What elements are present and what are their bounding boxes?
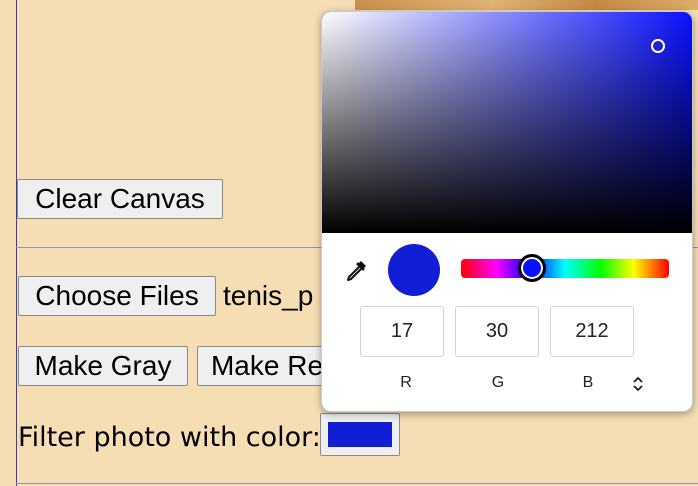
make-gray-button[interactable]: Make Gray [18, 346, 188, 386]
color-preview [388, 244, 440, 296]
photo-edge [355, 0, 698, 10]
green-value-field[interactable]: 30 [455, 306, 539, 357]
filter-color-input[interactable] [320, 413, 400, 456]
color-swatch [328, 422, 392, 447]
hue-slider-thumb[interactable] [518, 254, 546, 282]
green-label: G [491, 374, 505, 391]
left-border [16, 0, 17, 486]
saturation-value-area[interactable] [322, 12, 692, 233]
divider [16, 483, 698, 484]
choose-files-button[interactable]: Choose Files [18, 276, 216, 316]
hue-slider[interactable] [461, 259, 669, 278]
filter-color-label: Filter photo with color: [18, 422, 321, 453]
red-value-field[interactable]: 17 [360, 306, 444, 357]
file-name-label: tenis_p [223, 280, 314, 311]
clear-canvas-button[interactable]: Clear Canvas [17, 179, 223, 219]
blue-label: B [582, 374, 594, 391]
saturation-value-handle[interactable] [651, 39, 665, 53]
up-down-chevron-icon[interactable] [628, 373, 648, 395]
color-picker-popup: 17 30 212 R G B [321, 11, 693, 412]
red-label: R [400, 374, 412, 391]
blue-value-field[interactable]: 212 [550, 306, 634, 357]
eyedropper-icon[interactable] [342, 257, 370, 285]
make-red-button[interactable]: Make Re [197, 346, 337, 386]
